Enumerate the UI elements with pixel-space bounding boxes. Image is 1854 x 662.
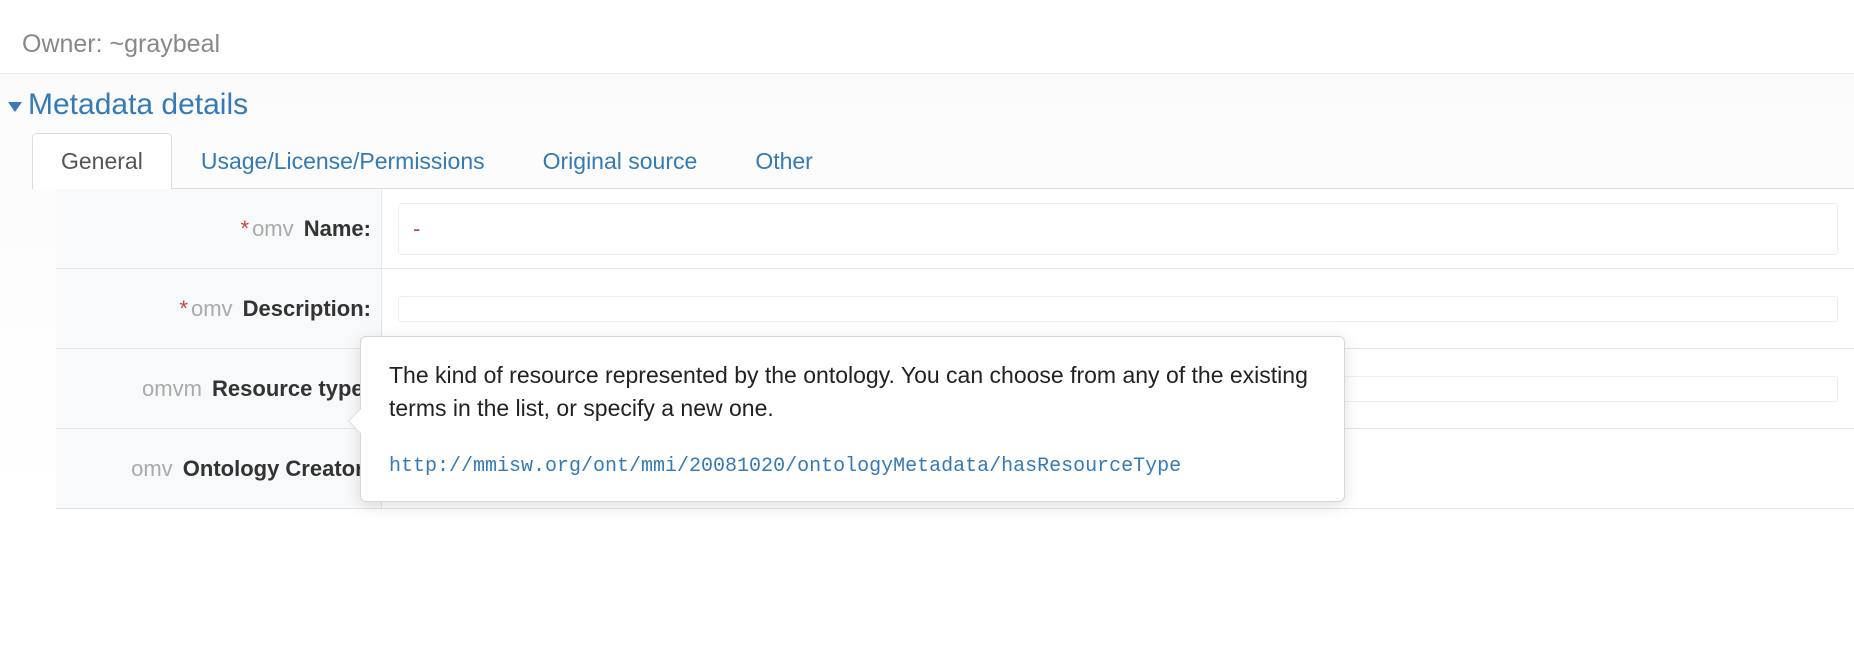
owner-label: Owner: ~graybeal xyxy=(0,0,1854,73)
tooltip-link[interactable]: http://mmisw.org/ont/mmi/20081020/ontolo… xyxy=(389,452,1316,481)
tab-original-source[interactable]: Original source xyxy=(514,133,727,189)
section-toggle[interactable]: Metadata details xyxy=(8,74,1854,132)
resource-type-tooltip: The kind of resource represented by the … xyxy=(360,336,1345,502)
field-label-text: Name: xyxy=(304,216,371,242)
field-prefix: omv xyxy=(191,296,233,322)
caret-down-icon xyxy=(8,102,22,112)
tooltip-arrow-icon xyxy=(349,409,361,433)
field-label-description: * omv Description: xyxy=(56,269,382,348)
description-input[interactable] xyxy=(398,296,1838,322)
tooltip-text: The kind of resource represented by the … xyxy=(389,359,1316,426)
tab-usage-license-permissions[interactable]: Usage/License/Permissions xyxy=(172,133,514,189)
field-label-text: Description: xyxy=(243,296,371,322)
field-label-name: * omv Name: xyxy=(56,189,382,268)
field-prefix: omvm xyxy=(142,376,202,402)
field-label-text: Resource type: xyxy=(212,376,371,402)
required-star-icon: * xyxy=(179,296,188,322)
section-title: Metadata details xyxy=(28,88,248,122)
name-input[interactable]: - xyxy=(398,203,1838,255)
tab-other[interactable]: Other xyxy=(726,133,842,189)
page-root: Owner: ~graybeal Metadata details Genera… xyxy=(0,0,1854,509)
field-value-name: - xyxy=(382,189,1854,268)
field-prefix: omv xyxy=(252,216,294,242)
field-label-resource-type: omvm Resource type: xyxy=(56,349,382,428)
tab-general[interactable]: General xyxy=(32,133,172,189)
name-input-content: - xyxy=(413,216,420,241)
required-star-icon: * xyxy=(241,216,250,242)
field-prefix: omv xyxy=(131,456,173,482)
tab-list: General Usage/License/Permissions Origin… xyxy=(32,132,1854,189)
field-label-text: Ontology Creator: xyxy=(183,456,371,482)
field-label-ontology-creator: omv Ontology Creator: xyxy=(56,429,382,508)
field-row-name: * omv Name: - xyxy=(56,189,1854,269)
